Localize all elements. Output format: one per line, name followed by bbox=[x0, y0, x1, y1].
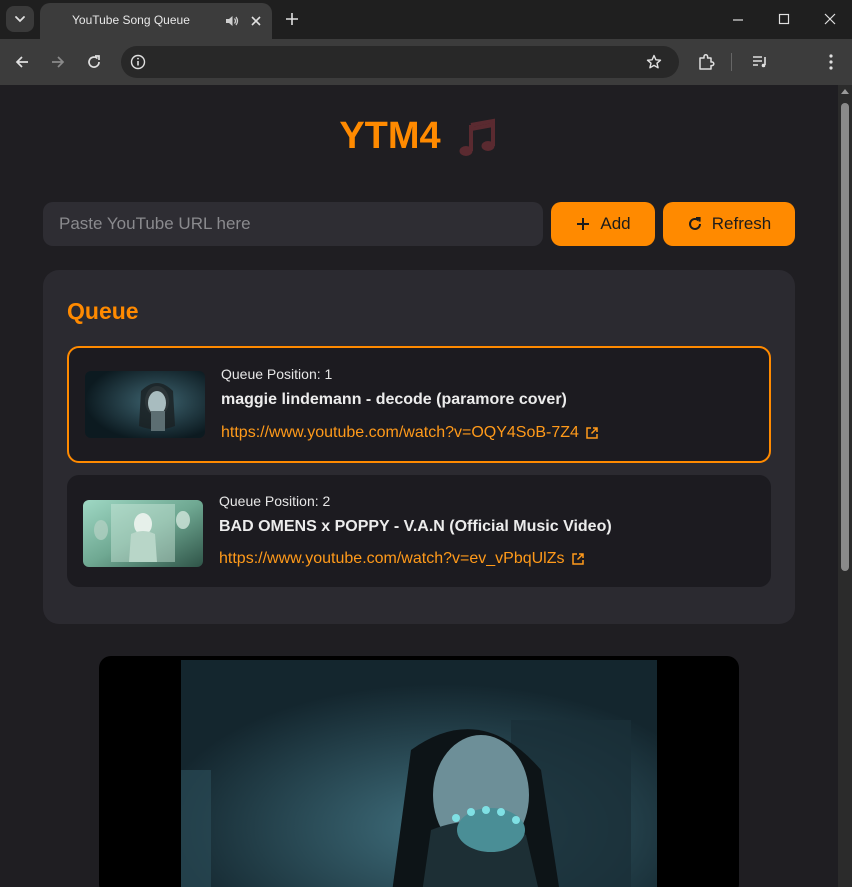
plus-icon bbox=[577, 218, 590, 230]
song-link[interactable]: https://www.youtube.com/watch?v=ev_vPbqU… bbox=[219, 550, 585, 568]
app-title: YTM4 bbox=[339, 115, 441, 157]
queue-panel: Queue Queue Position: 1 maggie lindemann… bbox=[43, 270, 795, 624]
youtube-url-input[interactable] bbox=[43, 202, 543, 246]
chevron-down-icon bbox=[15, 16, 25, 23]
browser-titlebar: YouTube Song Queue bbox=[0, 0, 852, 39]
address-bar[interactable] bbox=[121, 46, 679, 78]
close-window-icon[interactable] bbox=[822, 11, 838, 27]
reload-icon[interactable] bbox=[85, 53, 103, 71]
queue-heading: Queue bbox=[67, 298, 139, 324]
refresh-icon bbox=[688, 217, 701, 230]
scroll-up-arrow-icon[interactable] bbox=[841, 89, 849, 94]
queue-item[interactable]: Queue Position: 1 maggie lindemann - dec… bbox=[67, 346, 771, 463]
maximize-icon[interactable] bbox=[776, 11, 792, 27]
close-tab-icon[interactable] bbox=[248, 13, 264, 29]
refresh-button-label: Refresh bbox=[711, 214, 772, 233]
browser-tab[interactable]: YouTube Song Queue bbox=[40, 3, 272, 39]
tab-search-button[interactable] bbox=[6, 6, 34, 32]
back-arrow-icon[interactable] bbox=[13, 53, 31, 71]
bookmark-star-icon[interactable] bbox=[645, 53, 663, 71]
queue-position: Queue Position: 2 bbox=[219, 493, 331, 509]
video-thumbnail[interactable] bbox=[85, 371, 205, 438]
song-title: BAD OMENS x POPPY - V.A.N (Official Musi… bbox=[219, 518, 612, 535]
speaker-icon[interactable] bbox=[224, 13, 240, 29]
toolbar-divider bbox=[731, 53, 732, 71]
minimize-icon[interactable] bbox=[730, 12, 746, 28]
song-url[interactable]: https://www.youtube.com/watch?v=OQY4SoB-… bbox=[221, 424, 579, 442]
video-player[interactable] bbox=[99, 656, 739, 887]
add-button-label: Add bbox=[600, 214, 631, 233]
video-frame[interactable] bbox=[181, 660, 657, 887]
song-url[interactable]: https://www.youtube.com/watch?v=ev_vPbqU… bbox=[219, 550, 565, 568]
page-content: YTM4 Add Refresh Queue bbox=[0, 85, 838, 887]
page-scrollbar[interactable] bbox=[838, 85, 852, 887]
tab-title: YouTube Song Queue bbox=[72, 13, 190, 27]
app-header: YTM4 bbox=[0, 115, 838, 160]
extensions-puzzle-icon[interactable] bbox=[696, 52, 716, 72]
site-info-icon[interactable] bbox=[129, 53, 147, 71]
song-title: maggie lindemann - decode (paramore cove… bbox=[221, 391, 567, 408]
new-tab-icon[interactable] bbox=[283, 10, 301, 28]
refresh-button[interactable]: Refresh bbox=[663, 202, 795, 246]
more-menu-icon[interactable] bbox=[822, 52, 840, 72]
song-link[interactable]: https://www.youtube.com/watch?v=OQY4SoB-… bbox=[221, 424, 599, 442]
external-link-icon[interactable] bbox=[585, 426, 599, 440]
media-control-icon[interactable] bbox=[750, 52, 770, 72]
external-link-icon[interactable] bbox=[571, 552, 585, 566]
queue-item[interactable]: Queue Position: 2 BAD OMENS x POPPY - V.… bbox=[67, 475, 771, 587]
scroll-thumb[interactable] bbox=[841, 103, 849, 571]
forward-arrow-icon[interactable] bbox=[49, 53, 67, 71]
queue-position: Queue Position: 1 bbox=[221, 366, 333, 382]
music-note-icon bbox=[459, 118, 495, 156]
browser-toolbar bbox=[0, 39, 852, 85]
add-button[interactable]: Add bbox=[551, 202, 655, 246]
video-thumbnail[interactable] bbox=[83, 500, 203, 567]
